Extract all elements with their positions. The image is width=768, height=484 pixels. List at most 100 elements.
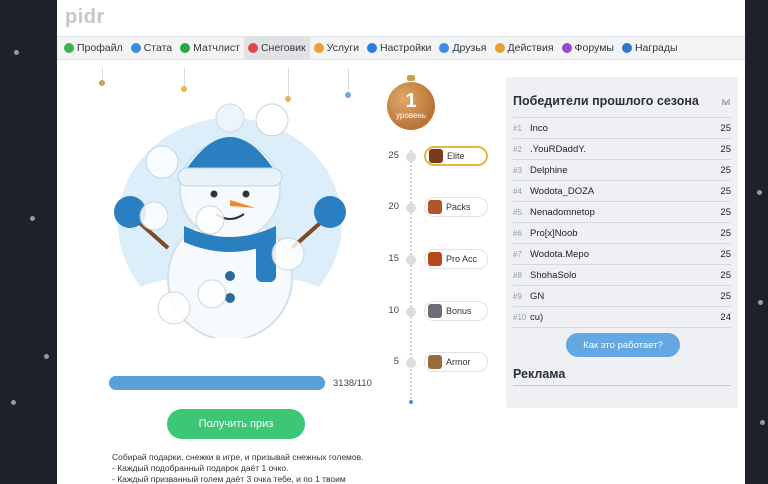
winner-rank: #7 [513,249,522,259]
reward-tier: 5 Armor [377,352,497,374]
ornament-string [348,68,349,92]
snowflake [760,420,765,425]
winner-name[interactable]: Wodota.Mepo [530,249,711,260]
packs-hero-icon [428,200,442,214]
armor-hero-icon [428,355,442,369]
winner-rank: #1 [513,123,522,133]
winner-name[interactable]: GN [530,291,711,302]
nav-item-label: Профайл [77,42,123,54]
tier-reward-button[interactable]: Elite [424,146,488,166]
winner-level: 25 [720,164,731,176]
snowflake [14,50,19,55]
how-it-works-button[interactable]: Как это работает? [566,333,680,357]
winner-rank: #10 [513,312,527,322]
snowman-description: Собирай подарки, снежки в игре, и призыв… [112,452,382,484]
nav-item-snowman[interactable]: Снеговик [243,36,310,60]
description-line: - Каждый призванный голем даёт 3 очка те… [112,474,346,484]
get-prize-button[interactable]: Получить приз [167,409,305,439]
stats-icon [130,43,141,53]
winner-level: 25 [720,269,731,281]
winner-level: 25 [720,185,731,197]
winner-name[interactable]: Nenadomnetop [530,207,711,218]
winner-row[interactable]: #9 GN 25 [513,286,731,307]
nav-item-label: Матчлист [193,42,240,54]
winner-name[interactable]: Inco [530,123,711,134]
snowman-progress-bar [109,376,325,390]
winner-rank: #6 [513,228,522,238]
winner-row[interactable]: #1 Inco 25 [513,117,731,139]
winner-row[interactable]: #10 cu) 24 [513,307,731,328]
reward-tier: 25 Elite [377,146,497,168]
tier-reward-label: Packs [446,202,471,212]
ornament-string [184,68,185,86]
snowflake [30,216,35,221]
level-badge: 1 уровень [387,82,435,130]
tier-reward-button[interactable]: Bonus [424,301,488,321]
winner-name[interactable]: Wodota_DOZA [530,186,711,197]
settings-icon [366,43,377,53]
nav-item-label: Услуги [326,42,359,54]
nav-item-actions[interactable]: Действия [491,36,558,60]
snowman-illustration [114,103,346,338]
tier-reward-button[interactable]: Pro Acc [424,249,488,269]
description-line: Собирай подарки, снежки в игре, и призыв… [112,452,364,462]
winner-row[interactable]: #3 Delphine 25 [513,160,731,181]
winner-rank: #8 [513,270,522,280]
tier-level: 10 [388,305,399,316]
winner-name[interactable]: ShohaSolo [530,270,711,281]
nav-item-label: Снеговик [260,42,306,54]
winner-row[interactable]: #2 .YouRDaddY. 25 [513,139,731,160]
snowflake [757,190,762,195]
nav-item-services[interactable]: Услуги [310,36,363,60]
tier-level: 5 [393,356,399,367]
description-line: - Каждый подобранный подарок даёт 1 очко… [112,463,289,473]
site-title[interactable]: pidr [65,6,105,29]
profile-icon [64,43,74,53]
tier-reward-button[interactable]: Armor [424,352,488,372]
elite-hero-icon [429,149,443,163]
actions-icon [494,43,505,53]
winners-list: #1 Inco 25 #2 .YouRDaddY. 25 #3 Delphine 25 #4 Wod… [513,117,731,328]
track-end-dot [409,400,413,404]
winner-row[interactable]: #5 Nenadomnetop 25 [513,202,731,223]
header: pidr [57,0,745,36]
nav-item-friends[interactable]: Друзья [435,36,490,60]
nav-item-label: Форумы [574,42,614,54]
winner-row[interactable]: #6 Pro[x]Noob 25 [513,223,731,244]
nav-item-forums[interactable]: Форумы [558,36,618,60]
tier-marker [406,358,416,368]
winner-name[interactable]: .YouRDaddY. [530,144,711,155]
tier-level: 20 [388,201,399,212]
lvl-column-header: lvl [721,97,730,107]
star-ornament-icon [181,86,187,92]
nav-item-settings[interactable]: Настройки [363,36,436,60]
winner-name[interactable]: Delphine [530,165,711,176]
nav-item-matchlist[interactable]: Матчлист [176,36,244,60]
level-label: уровень [395,111,426,120]
winner-name[interactable]: Pro[x]Noob [530,228,711,239]
ornament-string [288,68,289,96]
winner-row[interactable]: #7 Wodota.Mepo 25 [513,244,731,265]
tier-reward-button[interactable]: Packs [424,197,488,217]
nav-item-profile[interactable]: Профайл [60,36,127,60]
progress-text: 3138/110 [333,378,372,389]
winner-level: 25 [720,206,731,218]
tier-reward-label: Pro Acc [446,254,478,264]
reward-tier: 20 Packs [377,197,497,219]
axe-icon [428,304,442,318]
winner-level: 24 [720,311,731,323]
winner-row[interactable]: #8 ShohaSolo 25 [513,265,731,286]
winner-row[interactable]: #4 Wodota_DOZA 25 [513,181,731,202]
nav-item-stats[interactable]: Стата [127,36,176,60]
tier-reward-label: Armor [446,357,471,367]
winner-name[interactable]: cu) [530,312,711,323]
winners-panel: Победители прошлого сезона lvl #1 Inco 25 #… [506,77,738,408]
winner-rank: #2 [513,144,522,154]
ornament-string [102,68,103,80]
winner-rank: #3 [513,165,522,175]
main-nav: Профайл Стата Матчлист Снеговик Услуги Настро… [57,36,745,60]
ornament-ball-icon [99,80,105,86]
nav-item-awards[interactable]: Награды [618,36,682,60]
winner-rank: #9 [513,291,522,301]
awards-icon [621,43,632,53]
